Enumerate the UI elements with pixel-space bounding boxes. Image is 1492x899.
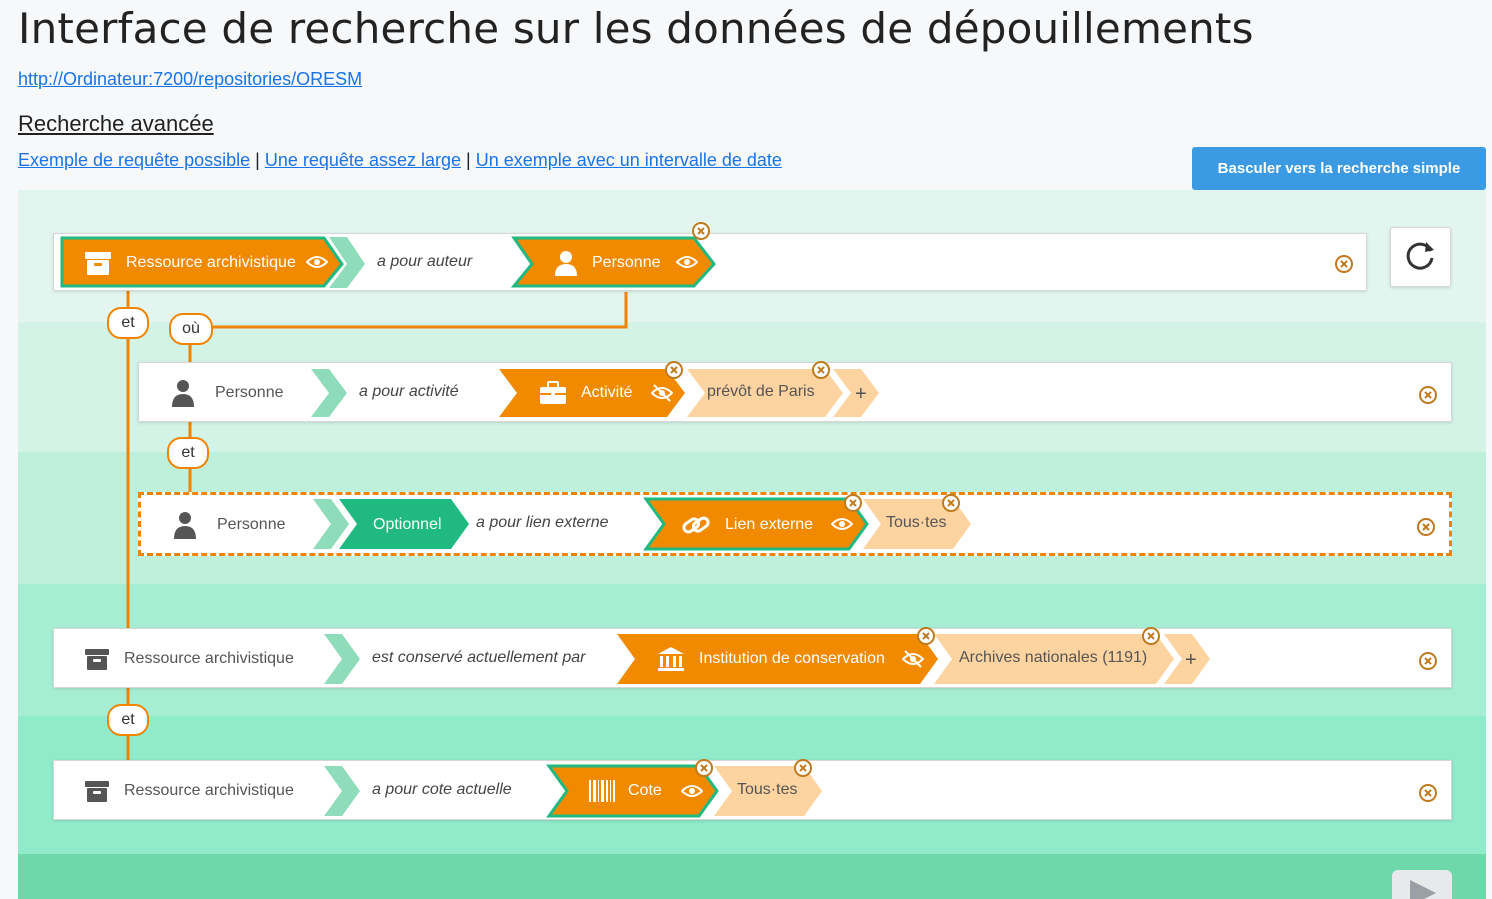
close-circle-icon[interactable] bbox=[793, 758, 813, 783]
eye-icon[interactable] bbox=[680, 782, 704, 805]
date-interval-link[interactable]: Un exemple avec un intervalle de date bbox=[476, 150, 782, 170]
briefcase-icon bbox=[539, 381, 567, 405]
submit-button[interactable] bbox=[1392, 870, 1452, 899]
person-icon bbox=[554, 250, 578, 276]
subject-label: Personne bbox=[215, 384, 284, 401]
play-icon bbox=[1408, 878, 1438, 899]
close-circle-icon[interactable] bbox=[941, 493, 961, 518]
archive-box-icon bbox=[84, 250, 112, 276]
person-icon bbox=[171, 379, 195, 407]
optional-toggle[interactable]: Optionnel bbox=[373, 495, 442, 555]
broad-query-link[interactable]: Une requête assez large bbox=[265, 150, 461, 170]
separator: | bbox=[466, 150, 471, 170]
close-circle-icon[interactable] bbox=[1418, 385, 1438, 410]
query-editor: Ressource archivistique a pour auteur Pe… bbox=[18, 190, 1486, 899]
toggle-simple-search-button[interactable]: Basculer vers la recherche simple bbox=[1192, 147, 1486, 190]
and-connector[interactable]: et bbox=[167, 437, 209, 469]
and-connector[interactable]: et bbox=[107, 704, 149, 736]
predicate-label[interactable]: a pour activité bbox=[359, 383, 459, 401]
object-label: Lien externe bbox=[725, 516, 814, 533]
close-circle-icon[interactable] bbox=[843, 493, 863, 518]
optional-label: Optionnel bbox=[373, 516, 442, 533]
close-circle-icon[interactable] bbox=[1141, 626, 1161, 651]
close-circle-icon[interactable] bbox=[1416, 517, 1436, 542]
endpoint-link[interactable]: http://Ordinateur:7200/repositories/ORES… bbox=[18, 69, 362, 90]
subject-resource[interactable]: Ressource archivistique bbox=[84, 234, 296, 292]
query-row-3-optional: Personne Optionnel a pour lien externe L… bbox=[138, 492, 1452, 556]
or-connector[interactable]: où bbox=[169, 313, 213, 345]
object-label: Cote bbox=[628, 782, 662, 799]
eye-icon[interactable] bbox=[675, 253, 699, 276]
subject-label: Ressource archivistique bbox=[124, 782, 294, 799]
eye-icon[interactable] bbox=[830, 515, 854, 538]
reset-button[interactable] bbox=[1390, 227, 1451, 287]
query-row-2: Personne a pour activité Activité prévôt… bbox=[138, 360, 1452, 423]
page-title: Interface de recherche sur les données d… bbox=[18, 4, 1254, 53]
close-circle-icon[interactable] bbox=[691, 221, 711, 246]
eye-icon[interactable] bbox=[305, 253, 329, 276]
subject-resource[interactable]: Ressource archivistique bbox=[84, 629, 294, 689]
query-row-1: Ressource archivistique a pour auteur Pe… bbox=[53, 222, 1367, 292]
query-row-5: Ressource archivistique a pour cote actu… bbox=[53, 758, 1452, 821]
value-label[interactable]: Archives nationales (1191) bbox=[959, 649, 1147, 667]
add-value-button[interactable]: + bbox=[855, 383, 867, 406]
refresh-icon bbox=[1404, 238, 1438, 277]
close-circle-icon[interactable] bbox=[916, 626, 936, 651]
person-icon bbox=[173, 511, 197, 539]
query-row-4: Ressource archivistique est conservé act… bbox=[53, 626, 1452, 689]
example-query-link[interactable]: Exemple de requête possible bbox=[18, 150, 250, 170]
link-icon bbox=[681, 513, 711, 537]
close-circle-icon[interactable] bbox=[1418, 651, 1438, 676]
subject-label: Ressource archivistique bbox=[126, 254, 296, 271]
close-circle-icon[interactable] bbox=[1418, 783, 1438, 808]
predicate-label[interactable]: a pour lien externe bbox=[476, 514, 609, 532]
object-activity[interactable]: Activité bbox=[539, 363, 633, 423]
bank-building-icon bbox=[657, 646, 685, 672]
eye-slash-icon[interactable] bbox=[901, 650, 925, 673]
subject-resource[interactable]: Ressource archivistique bbox=[84, 761, 294, 821]
close-circle-icon[interactable] bbox=[1334, 254, 1354, 279]
close-circle-icon[interactable] bbox=[664, 360, 684, 385]
object-label: Institution de conservation bbox=[699, 650, 885, 667]
barcode-icon bbox=[588, 779, 616, 803]
value-label[interactable]: prévôt de Paris bbox=[707, 383, 815, 401]
predicate-label[interactable]: a pour auteur bbox=[377, 253, 472, 271]
eye-slash-icon[interactable] bbox=[650, 384, 674, 407]
object-label: Activité bbox=[581, 384, 633, 401]
value-label[interactable]: Tous·tes bbox=[886, 514, 946, 532]
predicate-label[interactable]: a pour cote actuelle bbox=[372, 781, 512, 799]
subject-label: Ressource archivistique bbox=[124, 650, 294, 667]
subject-label: Personne bbox=[217, 516, 286, 533]
add-value-button[interactable]: + bbox=[1185, 649, 1197, 672]
subject-person[interactable]: Personne bbox=[173, 495, 286, 555]
close-circle-icon[interactable] bbox=[811, 360, 831, 385]
value-label[interactable]: Tous·tes bbox=[737, 781, 797, 799]
and-connector[interactable]: et bbox=[107, 307, 149, 339]
object-external-link[interactable]: Lien externe bbox=[681, 495, 813, 555]
subject-person[interactable]: Personne bbox=[171, 363, 284, 423]
object-cote[interactable]: Cote bbox=[588, 761, 662, 821]
separator: | bbox=[255, 150, 260, 170]
examples-links: Exemple de requête possible | Une requêt… bbox=[18, 150, 782, 171]
archive-box-icon bbox=[84, 647, 110, 671]
object-label: Personne bbox=[592, 254, 661, 271]
archive-box-icon bbox=[84, 779, 110, 803]
section-title: Recherche avancée bbox=[18, 111, 214, 136]
close-circle-icon[interactable] bbox=[694, 758, 714, 783]
predicate-label[interactable]: est conservé actuellement par bbox=[372, 649, 585, 667]
object-institution[interactable]: Institution de conservation bbox=[657, 629, 885, 689]
object-person[interactable]: Personne bbox=[554, 234, 661, 292]
